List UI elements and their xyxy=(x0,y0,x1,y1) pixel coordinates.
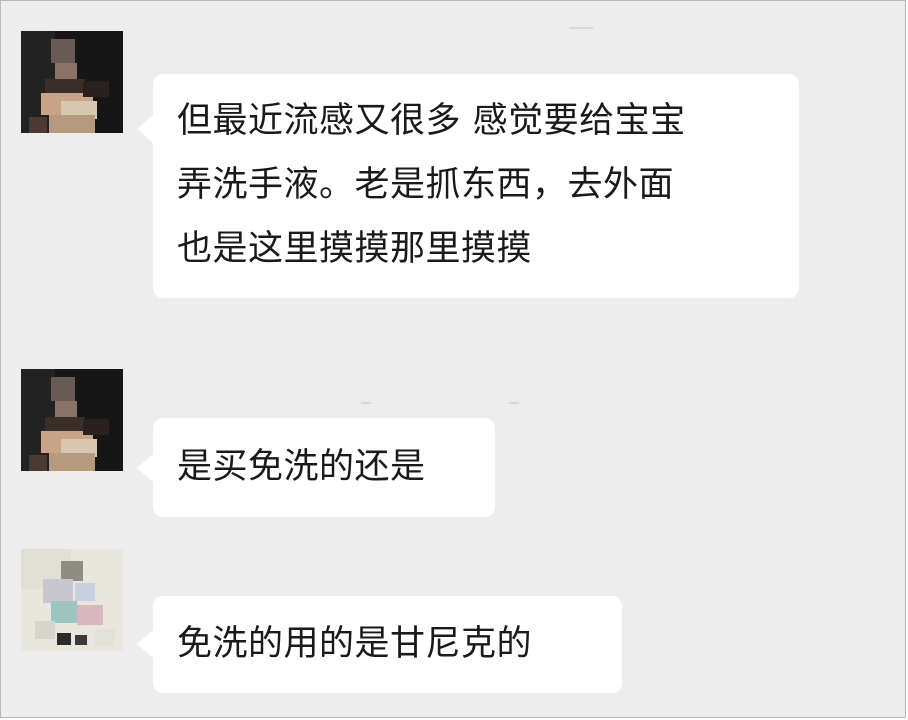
message-bubble[interactable]: 是买免洗的还是 xyxy=(137,418,495,517)
avatar[interactable] xyxy=(21,31,123,133)
message-line: 是买免洗的还是 xyxy=(177,447,426,487)
chat-window: 但最近流感又很多 感觉要给宝宝 弄洗手液。老是抓东西，去外面 也是这里摸摸那里摸… xyxy=(0,0,906,718)
message-line: 弄洗手液。老是抓东西，去外面 xyxy=(177,165,675,205)
message-line: 免洗的用的是甘尼克的 xyxy=(177,624,533,664)
message-line: 也是这里摸摸那里摸摸 xyxy=(177,229,533,269)
avatar[interactable] xyxy=(21,549,123,651)
compression-artifacts xyxy=(1,27,905,37)
bubble-tail xyxy=(137,630,153,658)
avatar-pixelated-image xyxy=(21,31,123,133)
compression-artifacts xyxy=(1,402,905,412)
message-bubble[interactable]: 免洗的用的是甘尼克的 xyxy=(137,596,622,693)
avatar-pixelated-image xyxy=(21,549,123,651)
bubble-tail xyxy=(137,454,153,482)
avatar[interactable] xyxy=(21,369,123,471)
avatar-pixelated-image xyxy=(21,369,123,471)
bubble-tail xyxy=(137,115,153,143)
message-line: 但最近流感又很多 感觉要给宝宝 xyxy=(177,101,686,141)
message-bubble[interactable]: 但最近流感又很多 感觉要给宝宝 弄洗手液。老是抓东西，去外面 也是这里摸摸那里摸… xyxy=(137,74,799,298)
